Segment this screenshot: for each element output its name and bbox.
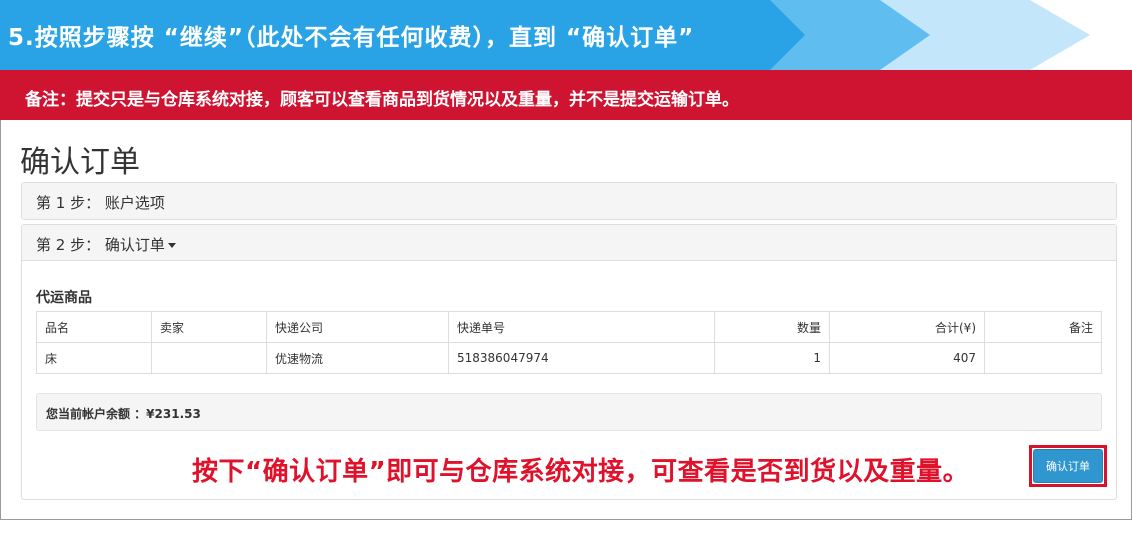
cell-item-name: 床 — [36, 342, 152, 374]
caret-down-icon — [167, 243, 176, 248]
step2-label: 第 2 步： 确认订单 — [36, 236, 165, 254]
confirm-order-button[interactable]: 确认订单 — [1033, 449, 1103, 483]
column-header: 快递单号 — [448, 311, 715, 343]
column-header: 品名 — [36, 311, 152, 343]
step1-panel[interactable]: 第 1 步： 账户选项 — [21, 182, 1117, 220]
step-title: 5.按照步骤按 “继续”（此处不会有任何收费），直到 “确认订单” — [8, 25, 695, 51]
note-bar: 备注：提交只是与仓库系统对接，顾客可以查看商品到货情况以及重量，并不是提交运输订… — [0, 70, 1132, 120]
step-banner: 5.按照步骤按 “继续”（此处不会有任何收费），直到 “确认订单” — [0, 0, 1132, 70]
cell-remark — [984, 342, 1102, 374]
goods-section-title: 代运商品 — [36, 290, 92, 306]
column-header: 备注 — [984, 311, 1102, 343]
cell-tracking-number: 518386047974 — [448, 342, 715, 374]
cell-total: 407 — [829, 342, 985, 374]
table-row: 床 优速物流 518386047974 1 407 — [36, 342, 1102, 374]
table-header-row: 品名 卖家 快递公司 快递单号 数量 合计(¥) 备注 — [36, 311, 1102, 343]
cell-quantity: 1 — [714, 342, 830, 374]
instruction-callout: 按下“确认订单”即可与仓库系统对接，可查看是否到货以及重量。 — [192, 457, 970, 487]
step2-panel: 第 2 步： 确认订单 代运商品 品名 卖家 快递公司 快递单号 数量 合计(¥… — [21, 224, 1117, 500]
account-balance: 您当前帐户余额 ：¥231.53 — [36, 393, 1102, 431]
goods-table: 品名 卖家 快递公司 快递单号 数量 合计(¥) 备注 床 优速物流 51838… — [36, 311, 1102, 374]
step2-heading[interactable]: 第 2 步： 确认订单 — [22, 225, 1116, 261]
cell-seller — [151, 342, 267, 374]
order-page-screenshot: 确认订单 第 1 步： 账户选项 第 2 步： 确认订单 代运商品 品名 卖家 … — [0, 120, 1132, 520]
column-header: 快递公司 — [266, 311, 449, 343]
page-title: 确认订单 — [20, 145, 140, 180]
step1-heading[interactable]: 第 1 步： 账户选项 — [22, 183, 1116, 219]
note-text: 备注：提交只是与仓库系统对接，顾客可以查看商品到货情况以及重量，并不是提交运输订… — [25, 90, 739, 110]
cell-courier: 优速物流 — [266, 342, 449, 374]
column-header: 合计(¥) — [829, 311, 985, 343]
column-header: 数量 — [714, 311, 830, 343]
column-header: 卖家 — [151, 311, 267, 343]
